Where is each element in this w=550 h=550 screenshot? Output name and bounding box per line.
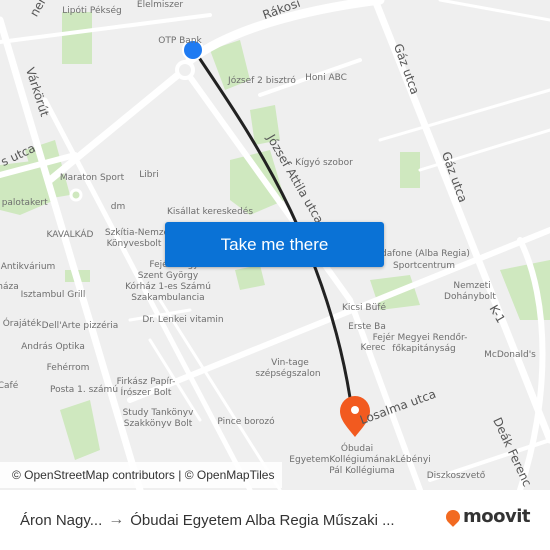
park — [62, 12, 92, 64]
poi-label: Fejér Megyei Rendőr- — [372, 333, 468, 343]
poi-label: Szakambulancia — [131, 293, 205, 303]
poi-label: OTP Bank — [158, 36, 202, 46]
route-footer: Áron Nagy... → Óbudai Egyetem Alba Regia… — [0, 490, 550, 550]
poi-label: Írószer Bolt — [120, 388, 172, 398]
poi-label: McDonald's — [484, 350, 536, 360]
poi-label: Antikvárium — [0, 262, 56, 272]
poi-label: Kicsi Büfé — [342, 303, 386, 313]
moovit-logo[interactable]: moovit — [443, 506, 531, 527]
poi-label: Kerec — [360, 343, 386, 353]
poi-label: Maraton Sport — [59, 173, 125, 183]
destination-stop-name: Óbudai Egyetem Alba Regia Műszaki ... — [130, 511, 395, 529]
poi-label: Pál Kollégiuma — [329, 466, 395, 476]
poi-label: Élelmiszer — [136, 0, 184, 10]
park — [60, 400, 100, 460]
roundabout — [69, 188, 83, 202]
road — [438, 0, 550, 22]
poi-label: József 2 bisztró — [228, 76, 296, 86]
poi-label: Posta 1. számú — [49, 385, 119, 395]
poi-label: Könyvesbolt — [106, 239, 162, 249]
poi-label: Szent György — [137, 271, 199, 281]
map-attribution[interactable]: © OpenStreetMap contributors | © OpenMap… — [0, 462, 283, 488]
poi-label: Erste Ba — [348, 322, 386, 332]
park — [235, 265, 265, 290]
poi-label: Honi ABC — [305, 73, 347, 83]
poi-label: Nemzeti — [453, 281, 491, 291]
poi-label: Firkász Papír- — [116, 377, 176, 387]
map-view[interactable]: Rákosi Gáz utca Gáz utca Várkörút s utca… — [0, 0, 550, 490]
origin-stop-name: Áron Nagy... — [20, 511, 103, 529]
poi-label: Órajáték — [2, 319, 42, 329]
poi-label: Study Tankönyv — [122, 408, 194, 418]
poi-label: Dell'Arte pizzéria — [41, 321, 119, 331]
poi-label: Dohánybolt — [444, 292, 496, 302]
poi-label: András Optika — [21, 342, 85, 352]
road — [418, 128, 550, 172]
poi-label: főkapitányság — [392, 344, 456, 354]
take-me-there-button[interactable]: Take me there — [165, 222, 384, 267]
poi-label: KAVALKÁD — [46, 230, 94, 240]
poi-label: Libri — [139, 170, 159, 180]
poi-label: dm — [110, 202, 126, 212]
poi-label: Sportcentrum — [392, 261, 456, 271]
arrow-right-icon: → — [108, 511, 125, 528]
park — [400, 152, 420, 188]
poi-label: háza — [0, 282, 19, 292]
poi-label: Vin-tage — [271, 358, 309, 368]
poi-label: Kígyó szobor — [295, 158, 353, 168]
poi-label: Pince borozó — [217, 417, 275, 427]
poi-label: Fehérrom — [46, 363, 90, 373]
road — [378, 88, 550, 142]
moovit-wordmark: moovit — [463, 506, 531, 527]
poi-label: Lipóti Pékség — [62, 6, 122, 16]
roundabout — [175, 60, 195, 80]
poi-label: szépségszalon — [255, 369, 321, 379]
poi-label: Diszkoszvető — [426, 471, 486, 481]
poi-label: Óbudai — [340, 444, 374, 454]
moovit-pin-icon — [443, 506, 463, 527]
poi-label: Kisállat kereskedés — [166, 207, 254, 217]
poi-label: i palotakert — [0, 198, 48, 208]
poi-label: Isztambul Grill — [20, 290, 86, 300]
poi-label: Szakkönyv Bolt — [123, 419, 193, 429]
poi-label: EgyetemKollégiumánakLébényi — [289, 455, 431, 465]
poi-label: Kórház 1-es Számú — [125, 282, 211, 292]
road — [46, 61, 194, 184]
poi-label: Dr. Lenkei vitamin — [142, 315, 224, 325]
poi-label: Café — [0, 381, 19, 391]
poi-label: Vodafone (Alba Regia) — [370, 249, 470, 259]
